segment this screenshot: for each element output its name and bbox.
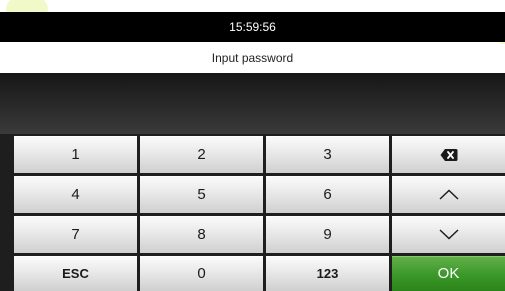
status-bar: 15:59:56 <box>0 12 505 42</box>
key-8[interactable]: 8 <box>140 216 263 253</box>
key-1[interactable]: 1 <box>14 136 137 173</box>
down-button[interactable] <box>392 216 505 253</box>
key-3[interactable]: 3 <box>266 136 389 173</box>
key-5[interactable]: 5 <box>140 176 263 213</box>
prompt-bar: Input password <box>0 44 505 71</box>
key-6[interactable]: 6 <box>266 176 389 213</box>
key-0[interactable]: 0 <box>140 256 263 291</box>
key-2[interactable]: 2 <box>140 136 263 173</box>
up-button[interactable] <box>392 176 505 213</box>
keypad: 1 2 3 4 5 6 7 8 9 ESC 0 123 OK <box>0 134 505 291</box>
backspace-button[interactable] <box>392 136 505 173</box>
ok-button[interactable]: OK <box>392 256 505 291</box>
backspace-icon <box>440 148 458 162</box>
key-9[interactable]: 9 <box>266 216 389 253</box>
password-input[interactable] <box>0 73 505 134</box>
clock: 15:59:56 <box>229 20 276 34</box>
key-4[interactable]: 4 <box>14 176 137 213</box>
prompt-label: Input password <box>211 50 294 65</box>
input-mode-button[interactable]: 123 <box>266 256 389 291</box>
esc-button[interactable]: ESC <box>14 256 137 291</box>
chevron-down-icon <box>439 229 459 240</box>
password-screen: 15:59:56 Input password 1 2 3 4 5 6 7 8 … <box>0 12 505 291</box>
key-7[interactable]: 7 <box>14 216 137 253</box>
chevron-up-icon <box>439 189 459 200</box>
